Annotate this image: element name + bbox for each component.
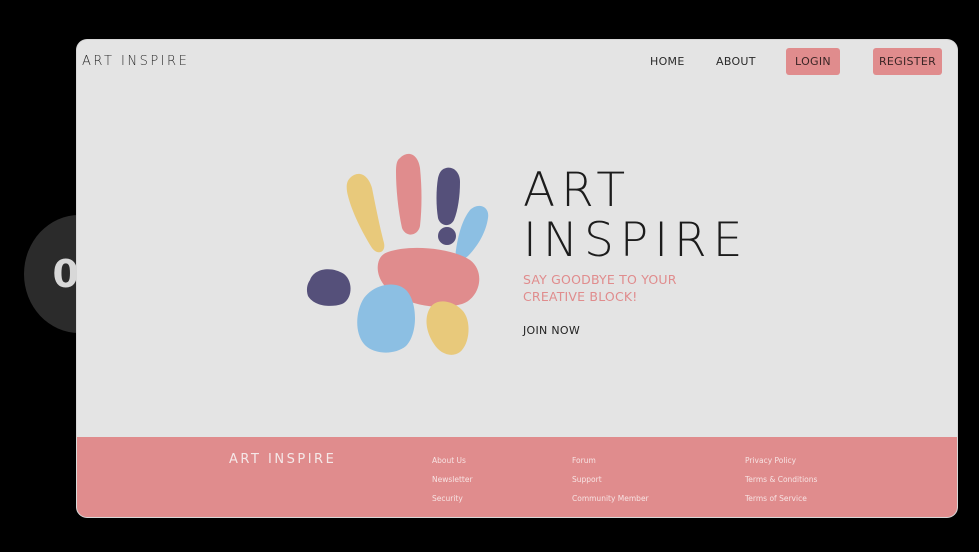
- site-brand[interactable]: ART INSPIRE: [82, 54, 189, 69]
- footer-link-support[interactable]: Support: [572, 475, 602, 484]
- login-button[interactable]: LOGIN: [786, 48, 840, 75]
- hand-purple-dot: [438, 227, 456, 245]
- footer: ART INSPIRE About Us Newsletter Security…: [77, 437, 957, 517]
- footer-link-terms-service[interactable]: Terms of Service: [745, 494, 807, 503]
- hand-purple-finger: [436, 167, 460, 226]
- hand-yellow-finger: [346, 173, 385, 253]
- footer-link-terms-conditions[interactable]: Terms & Conditions: [745, 475, 817, 484]
- join-now-link[interactable]: JOIN NOW: [523, 324, 580, 337]
- nav-about[interactable]: ABOUT: [716, 55, 756, 68]
- footer-link-forum[interactable]: Forum: [572, 456, 596, 465]
- footer-link-security[interactable]: Security: [432, 494, 463, 503]
- footer-link-about-us[interactable]: About Us: [432, 456, 466, 465]
- website-mockup: ART INSPIRE HOME ABOUT LOGIN REGISTER AR…: [77, 40, 957, 517]
- footer-link-privacy-policy[interactable]: Privacy Policy: [745, 456, 796, 465]
- hand-pink-finger: [396, 153, 422, 235]
- footer-link-newsletter[interactable]: Newsletter: [432, 475, 473, 484]
- hand-blue-finger: [455, 205, 489, 259]
- colorful-hand-icon: [306, 153, 489, 355]
- hero-tagline: SAY GOODBYE TO YOUR CREATIVE BLOCK!: [523, 272, 677, 304]
- hero-title: ART INSPIRE: [523, 166, 748, 266]
- hero-title-line2: INSPIRE: [523, 213, 749, 268]
- footer-brand: ART INSPIRE: [229, 452, 337, 467]
- hand-purple-thumb: [306, 269, 351, 306]
- register-button[interactable]: REGISTER: [873, 48, 942, 75]
- hand-blue-blob: [357, 284, 415, 353]
- footer-link-community-member[interactable]: Community Member: [572, 494, 649, 503]
- hero-title-line1: ART: [523, 163, 632, 218]
- hand-yellow-blob: [426, 301, 469, 355]
- nav-home[interactable]: HOME: [650, 55, 685, 68]
